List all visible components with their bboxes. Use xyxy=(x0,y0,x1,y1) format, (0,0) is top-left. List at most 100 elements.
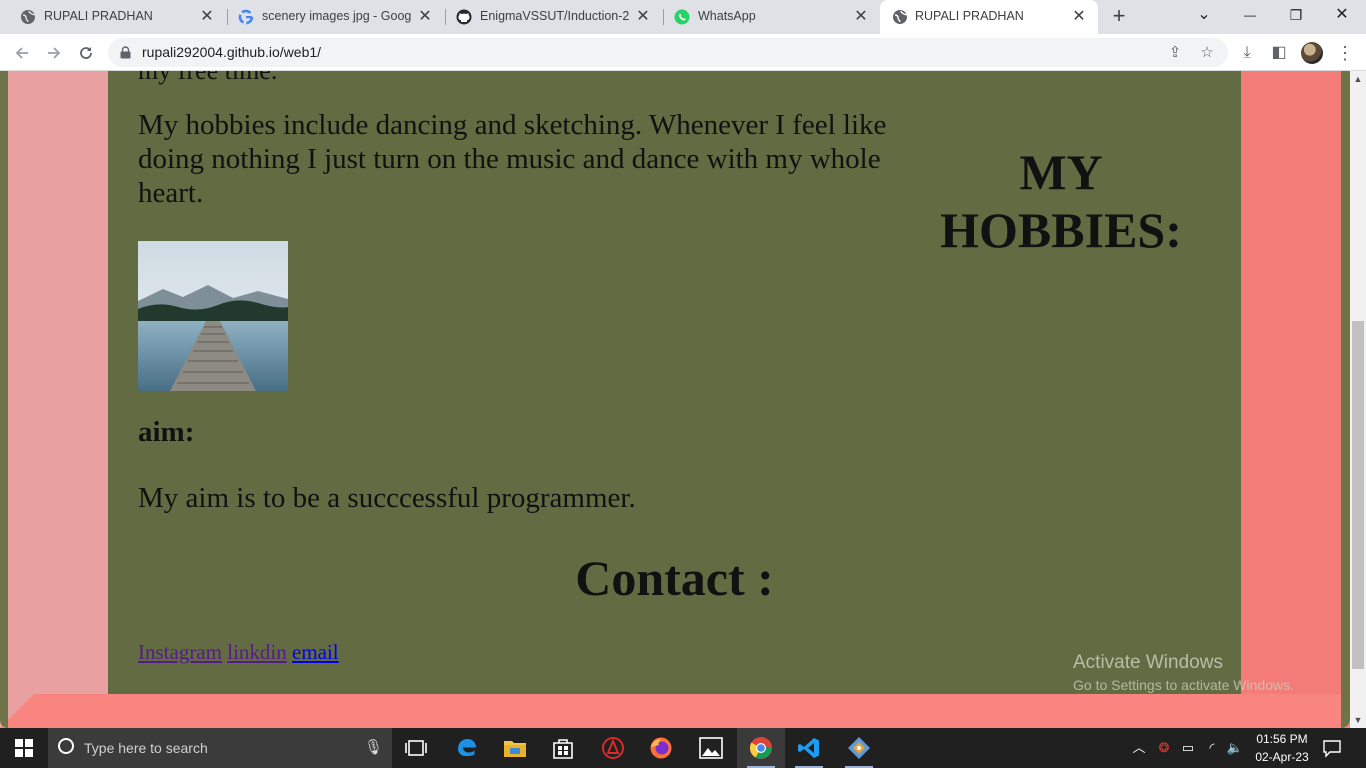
maximize-button[interactable]: ❐ xyxy=(1273,0,1319,32)
hobbies-paragraph: My hobbies include dancing and sketching… xyxy=(138,109,887,209)
tab-scenery-images[interactable]: scenery images jpg - Google ✕ xyxy=(218,0,444,34)
minimize-button[interactable]: — xyxy=(1227,0,1273,32)
cut-off-paragraph: my free time. xyxy=(138,71,277,86)
scroll-down-arrow-icon[interactable]: ▼ xyxy=(1350,712,1366,728)
browser-tab-strip: RUPALI PRADHAN ✕ scenery images jpg - Go… xyxy=(0,0,1366,34)
search-placeholder: Type here to search xyxy=(84,740,208,756)
git-icon xyxy=(848,737,870,759)
tab-rupali-pradhan-1[interactable]: RUPALI PRADHAN ✕ xyxy=(0,0,226,34)
chrome-taskbar-app[interactable] xyxy=(737,728,785,768)
activate-windows-watermark: Activate Windows Go to Settings to activ… xyxy=(1073,652,1294,696)
page-scrollbar[interactable]: ▲ ▼ xyxy=(1350,71,1366,728)
microsoft-store-taskbar-app[interactable] xyxy=(539,728,587,768)
battery-icon[interactable]: ▭ xyxy=(1178,728,1198,768)
linkedin-link[interactable]: linkdin xyxy=(227,640,287,664)
vscode-taskbar-app[interactable] xyxy=(785,728,833,768)
google-icon xyxy=(238,9,254,25)
border-edge xyxy=(1341,694,1350,728)
url-text: rupali292004.github.io/web1/ xyxy=(142,44,322,60)
wifi-icon[interactable]: ◜ xyxy=(1202,728,1222,768)
aim-paragraph: My aim is to be a succcessful programmer… xyxy=(138,482,636,514)
edge-taskbar-app[interactable] xyxy=(443,728,491,768)
browser-toolbar: rupali292004.github.io/web1/ ⇪ ☆ ⤓ ◧ ⋮ xyxy=(0,34,1366,71)
watermark-title: Activate Windows xyxy=(1073,652,1223,673)
windows-logo-icon xyxy=(15,739,33,757)
taskbar-clock[interactable]: 01:56 PM 02-Apr-23 xyxy=(1250,730,1314,766)
tab-whatsapp[interactable]: WhatsApp ✕ xyxy=(654,0,880,34)
instagram-link[interactable]: Instagram xyxy=(138,640,222,664)
share-icon[interactable]: ⇪ xyxy=(1164,42,1186,64)
bookmark-star-icon[interactable]: ☆ xyxy=(1196,42,1218,64)
tab-title: RUPALI PRADHAN xyxy=(44,9,153,23)
file-explorer-icon xyxy=(504,741,526,757)
contact-heading: Contact : xyxy=(575,550,774,606)
github-icon xyxy=(456,9,472,25)
firefox-icon xyxy=(650,737,672,759)
windows-taskbar: Type here to search 🎙 ︿ ❂ ▭ ◜ 🔈 01:56 PM… xyxy=(0,728,1366,768)
search-icon xyxy=(58,738,74,754)
forward-button[interactable] xyxy=(40,39,68,67)
photos-taskbar-app[interactable] xyxy=(687,728,735,768)
new-tab-button[interactable]: + xyxy=(1106,4,1132,30)
clock-date: 02-Apr-23 xyxy=(1255,750,1309,764)
close-tab-icon[interactable]: ✕ xyxy=(198,8,216,26)
edge-icon xyxy=(458,739,476,757)
lock-icon xyxy=(120,46,131,59)
browser-menu-icon[interactable]: ⋮ xyxy=(1333,41,1357,65)
watermark-subtitle: Go to Settings to activate Windows. xyxy=(1073,677,1294,693)
page-content: my free time. My hobbies include dancing… xyxy=(108,71,1241,694)
close-tab-icon[interactable]: ✕ xyxy=(634,8,652,26)
border-edge xyxy=(0,694,8,728)
game-taskbar-app[interactable] xyxy=(589,728,637,768)
close-tab-icon[interactable]: ✕ xyxy=(416,8,434,26)
scrollbar-thumb[interactable] xyxy=(1352,321,1364,669)
contact-links: Instagram linkdin email xyxy=(138,640,339,665)
taskbar-search-box[interactable]: Type here to search 🎙 xyxy=(48,728,392,768)
tab-github-induction[interactable]: EnigmaVSSUT/Induction-202 ✕ xyxy=(436,0,662,34)
firefox-taskbar-app[interactable] xyxy=(637,728,685,768)
page-viewport: my free time. My hobbies include dancing… xyxy=(0,71,1350,728)
forward-arrow-icon xyxy=(48,47,61,59)
back-arrow-icon xyxy=(15,47,28,59)
volume-icon[interactable]: 🔈 xyxy=(1225,728,1245,768)
hobbies-heading: MY HOBBIES: xyxy=(940,144,1182,258)
notification-center-icon[interactable] xyxy=(1322,738,1342,758)
close-window-button[interactable]: ✕ xyxy=(1319,0,1365,32)
file-explorer-taskbar-app[interactable] xyxy=(491,728,539,768)
side-panel-icon[interactable]: ◧ xyxy=(1267,41,1291,65)
task-view-icon xyxy=(405,740,427,756)
tab-title: RUPALI PRADHAN xyxy=(915,9,1024,23)
back-button[interactable] xyxy=(8,39,36,67)
start-button[interactable] xyxy=(0,728,48,768)
reload-button[interactable] xyxy=(72,39,100,67)
show-hidden-icons-chevron-icon[interactable]: ︿ xyxy=(1130,728,1148,768)
tab-title: WhatsApp xyxy=(698,9,756,23)
tab-title: scenery images jpg - Google xyxy=(262,9,412,23)
task-view-button[interactable] xyxy=(392,728,440,768)
address-bar[interactable]: rupali292004.github.io/web1/ ⇪ ☆ xyxy=(108,38,1228,67)
chrome-icon xyxy=(749,737,772,759)
close-tab-icon[interactable]: ✕ xyxy=(1070,8,1088,26)
tab-rupali-pradhan-active[interactable]: RUPALI PRADHAN ✕ xyxy=(880,0,1098,34)
security-tray-icon[interactable]: ❂ xyxy=(1155,728,1173,768)
bottom-decorative-border xyxy=(0,694,1350,728)
microphone-icon[interactable]: 🎙 xyxy=(364,728,383,768)
close-tab-icon[interactable]: ✕ xyxy=(852,8,870,26)
left-decorative-border xyxy=(0,71,108,728)
reload-icon xyxy=(80,47,92,59)
game-app-icon xyxy=(602,737,624,759)
whatsapp-icon xyxy=(674,9,690,25)
scroll-up-arrow-icon[interactable]: ▲ xyxy=(1350,71,1366,87)
lake-pier-picture xyxy=(138,241,288,391)
photos-icon xyxy=(699,737,723,759)
download-icon[interactable]: ⤓ xyxy=(1235,41,1259,65)
tab-search-button[interactable]: ⌄ xyxy=(1181,0,1227,32)
microsoft-store-icon xyxy=(553,739,573,759)
scenery-image xyxy=(138,241,288,391)
globe-icon xyxy=(21,10,36,24)
globe-icon xyxy=(893,10,908,24)
email-link[interactable]: email xyxy=(292,640,339,664)
git-taskbar-app[interactable] xyxy=(835,728,883,768)
vscode-icon xyxy=(798,738,819,758)
profile-avatar[interactable] xyxy=(1301,42,1323,64)
